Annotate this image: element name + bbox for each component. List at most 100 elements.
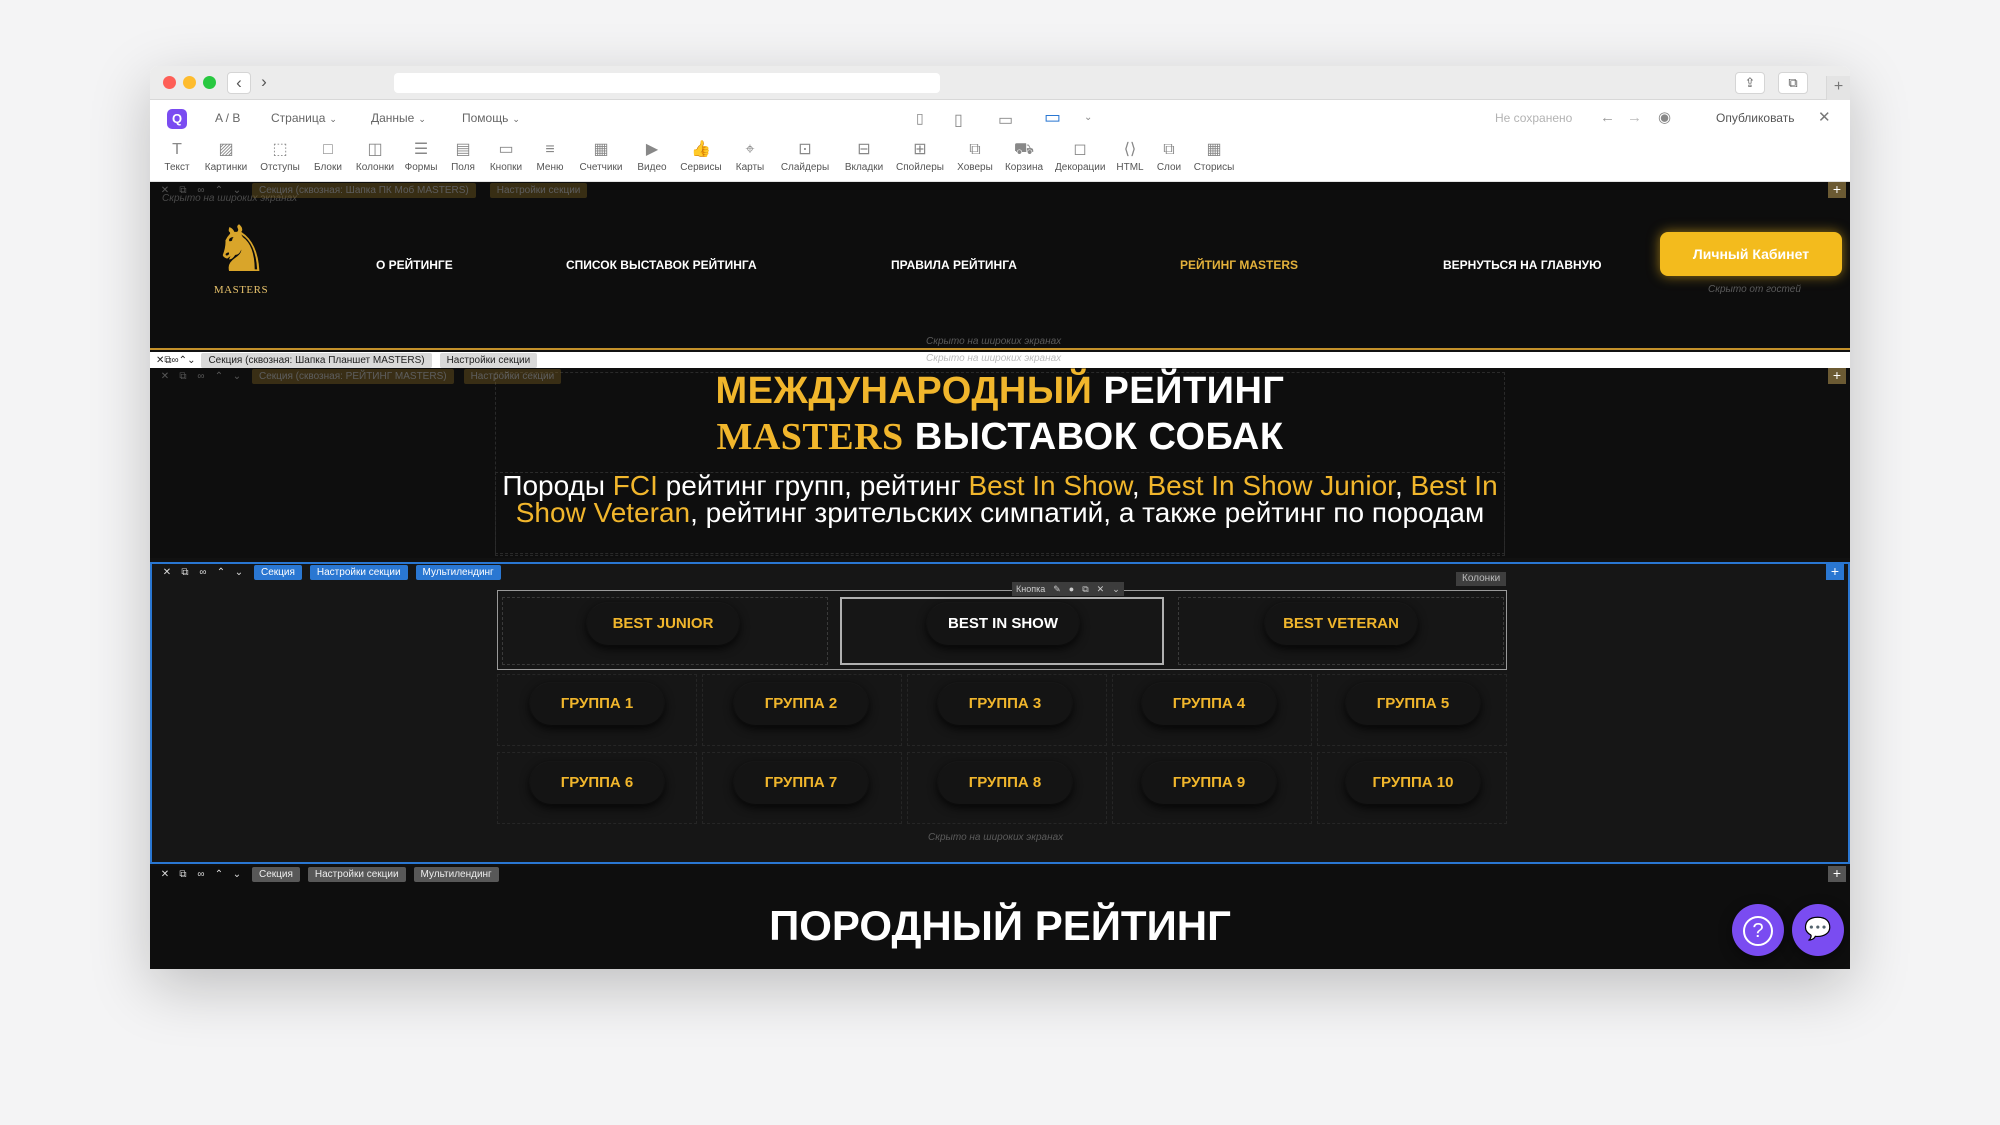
link-icon[interactable]: ∞	[192, 185, 210, 196]
help-button[interactable]: ?	[1732, 904, 1784, 956]
section-settings-button[interactable]: Настройки секции	[463, 368, 562, 384]
edit-icon[interactable]: ✎	[1053, 584, 1061, 595]
chevron-down-icon[interactable]: ⌄	[1112, 584, 1120, 595]
section-toolbar[interactable]: ✕ ⧉ ∞ ⌃ ⌄ Секция Настройки секции Мульти…	[150, 866, 499, 882]
group-10-button[interactable]: Группа 10	[1346, 762, 1480, 804]
widget-video[interactable]: ▶ Видео	[627, 140, 677, 173]
widget-counters[interactable]: ▦ Счетчики	[576, 140, 626, 173]
desktop-view-icon[interactable]: ▭	[1044, 107, 1061, 128]
section-settings-button[interactable]: Настройки секции	[489, 182, 588, 198]
nav-about-rating[interactable]: О рейтинге	[376, 258, 453, 272]
columns-tag[interactable]: Колонки	[1456, 572, 1507, 586]
group-2-button[interactable]: Группа 2	[734, 683, 868, 725]
move-up-icon[interactable]: ⌃	[210, 185, 228, 196]
copy-icon[interactable]: ⧉	[174, 371, 192, 382]
move-down-icon[interactable]: ⌄	[228, 185, 246, 196]
section-toolbar[interactable]: ✕ ⧉ ∞ ⌃ ⌄ Секция (сквозная: РЕЙТИНГ MAST…	[150, 368, 562, 384]
widget-menu[interactable]: ≡ Меню	[525, 140, 575, 173]
nav-show-list[interactable]: Список выставок рейтинга	[566, 258, 757, 272]
tablet-header-section[interactable]: ✕ ⧉ ∞ ⌃ ⌄ Секция (сквозная: Шапка Планше…	[150, 352, 1850, 368]
widget-hovers[interactable]: ⧉ Ховеры	[950, 140, 1000, 173]
editor-logo-icon[interactable]: Q	[167, 109, 187, 129]
nav-back-home[interactable]: Вернуться на главную	[1443, 258, 1602, 272]
move-down-icon[interactable]: ⌄	[230, 567, 248, 578]
maximize-window-button[interactable]	[203, 76, 216, 89]
nav-rating-masters[interactable]: Рейтинг MASTERS	[1180, 258, 1298, 272]
move-down-icon[interactable]: ⌄	[187, 355, 195, 366]
widget-spoilers[interactable]: ⊞ Спойлеры	[895, 140, 945, 173]
header-section[interactable]: ✕ ⧉ ∞ ⌃ ⌄ Секция (сквозная: Шапка ПК Моб…	[150, 182, 1850, 350]
widget-spacing[interactable]: ⬚ Отступы	[255, 140, 305, 173]
group-5-button[interactable]: Группа 5	[1346, 683, 1480, 725]
copy-icon[interactable]: ⧉	[176, 567, 194, 578]
phone-view-icon[interactable]: ▯	[916, 110, 924, 127]
add-section-icon[interactable]: +	[1828, 368, 1846, 384]
delete-icon[interactable]: ✕	[156, 355, 164, 366]
button-element-toolbar[interactable]: Кнопка ✎ ● ⧉ ✕ ⌄	[1012, 582, 1124, 596]
widget-layers[interactable]: ⧉ Слои	[1144, 140, 1194, 173]
chevron-down-icon[interactable]: ⌄	[1084, 112, 1092, 123]
widget-stories[interactable]: ▦ Сторисы	[1189, 140, 1239, 173]
copy-icon[interactable]: ⧉	[174, 185, 192, 196]
move-up-icon[interactable]: ⌃	[210, 869, 228, 880]
group-9-button[interactable]: Группа 9	[1142, 762, 1276, 804]
widget-images[interactable]: ▨ Картинки	[201, 140, 251, 173]
add-section-icon[interactable]: +	[1828, 866, 1846, 882]
tabs-icon[interactable]: ⧉	[1778, 72, 1808, 94]
best-in-show-button[interactable]: Best In Show	[927, 603, 1079, 645]
menu-data[interactable]: Данные ⌄	[371, 111, 426, 125]
ab-test-button[interactable]: A / B	[215, 111, 240, 125]
publish-button[interactable]: Опубликовать	[1716, 111, 1794, 125]
section-toolbar[interactable]: ✕ ⧉ ∞ ⌃ ⌄ Секция Настройки секции Мульти…	[152, 564, 501, 580]
section-name-tag[interactable]: Секция (сквозная: Шапка Планшет MASTERS)	[201, 352, 432, 368]
move-up-icon[interactable]: ⌃	[210, 371, 228, 382]
address-bar[interactable]	[394, 73, 940, 93]
copy-icon[interactable]: ⧉	[174, 869, 192, 880]
widget-columns[interactable]: ◫ Колонки	[350, 140, 400, 173]
group-1-button[interactable]: Группа 1	[530, 683, 664, 725]
add-section-icon[interactable]: +	[1828, 182, 1846, 198]
widget-tabs[interactable]: ⊟ Вкладки	[839, 140, 889, 173]
widget-blocks[interactable]: □ Блоки	[303, 140, 353, 173]
link-icon[interactable]: ∞	[172, 355, 179, 366]
copy-icon[interactable]: ⧉	[1082, 584, 1088, 595]
link-icon[interactable]: ∞	[192, 869, 210, 880]
delete-icon[interactable]: ✕	[156, 185, 174, 196]
move-up-icon[interactable]: ⌃	[179, 355, 187, 366]
section-name-tag[interactable]: Секция	[252, 866, 300, 882]
drop-icon[interactable]: ●	[1069, 584, 1074, 594]
section-settings-button[interactable]: Настройки секции	[439, 352, 538, 368]
hero-section[interactable]: ✕ ⧉ ∞ ⌃ ⌄ Секция (сквозная: РЕЙТИНГ MAST…	[150, 368, 1850, 558]
delete-icon[interactable]: ✕	[158, 567, 176, 578]
undo-icon[interactable]: ←	[1600, 109, 1615, 126]
link-icon[interactable]: ∞	[192, 371, 210, 382]
link-icon[interactable]: ∞	[194, 567, 212, 578]
section-name-tag[interactable]: Секция	[254, 564, 302, 580]
chat-button[interactable]: 💬	[1792, 904, 1844, 956]
widget-decorations[interactable]: ◻ Декорации	[1055, 140, 1105, 173]
widget-sliders[interactable]: ⊡ Слайдеры	[780, 140, 830, 173]
redo-icon[interactable]: →	[1627, 109, 1642, 126]
move-down-icon[interactable]: ⌄	[228, 371, 246, 382]
move-up-icon[interactable]: ⌃	[212, 567, 230, 578]
group-3-button[interactable]: Группа 3	[938, 683, 1072, 725]
add-section-icon[interactable]: +	[1826, 564, 1844, 580]
minimize-window-button[interactable]	[183, 76, 196, 89]
rating-buttons-section[interactable]: ✕ ⧉ ∞ ⌃ ⌄ Секция Настройки секции Мульти…	[150, 562, 1850, 864]
copy-icon[interactable]: ⧉	[164, 355, 171, 366]
multilanding-button[interactable]: Мультилендинг	[415, 564, 501, 580]
preview-eye-icon[interactable]: ◉	[1658, 108, 1671, 126]
section-toolbar[interactable]: ✕ ⧉ ∞ ⌃ ⌄ Секция (сквозная: Шапка Планше…	[150, 352, 538, 368]
section-name-tag[interactable]: Секция (сквозная: Шапка ПК Моб MASTERS)	[252, 182, 476, 198]
delete-icon[interactable]: ✕	[156, 869, 174, 880]
personal-cabinet-button[interactable]: Личный Кабинет	[1660, 232, 1842, 276]
widget-maps[interactable]: ⌖ Карты	[725, 140, 775, 173]
browser-forward-button[interactable]: ›	[252, 72, 276, 94]
new-tab-button[interactable]: +	[1826, 76, 1850, 100]
section-settings-button[interactable]: Настройки секции	[307, 866, 406, 882]
menu-help[interactable]: Помощь ⌄	[462, 111, 520, 125]
delete-icon[interactable]: ✕	[156, 371, 174, 382]
group-6-button[interactable]: Группа 6	[530, 762, 664, 804]
group-4-button[interactable]: Группа 4	[1142, 683, 1276, 725]
browser-back-button[interactable]: ‹	[227, 72, 251, 94]
